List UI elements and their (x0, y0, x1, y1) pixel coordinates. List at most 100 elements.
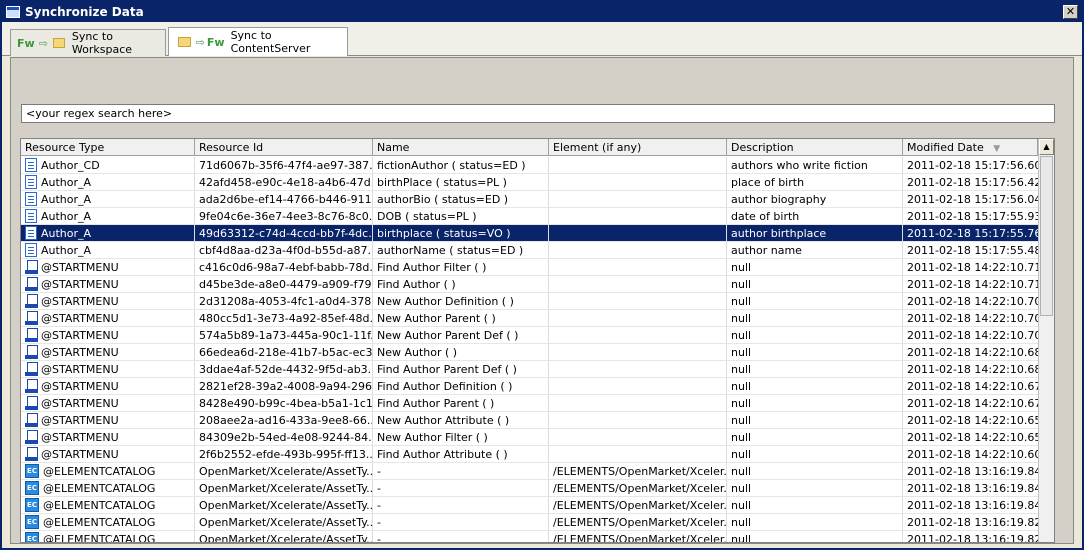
table-row[interactable]: @STARTMENU 84309e2b-54ed-4e08-9244-84... N… (21, 429, 1038, 446)
arrow-right-icon: ⇨ (195, 35, 205, 49)
cell-type: @STARTMENU (21, 446, 195, 462)
regex-search-input[interactable]: <your regex search here> (21, 104, 1055, 123)
ec-icon: EC (25, 464, 39, 478)
cell-element: /ELEMENTS/OpenMarket/Xceler... (549, 497, 727, 513)
table-row[interactable]: EC @ELEMENTCATALOG OpenMarket/Xcelerate/As… (21, 463, 1038, 480)
fatwire-icon: Fw (206, 35, 225, 49)
table-row[interactable]: EC @ELEMENTCATALOG OpenMarket/Xcelerate/As… (21, 531, 1038, 543)
menu-icon (25, 430, 38, 444)
table-row[interactable]: EC @ELEMENTCATALOG OpenMarket/Xcelerate/As… (21, 514, 1038, 531)
cell-element (549, 276, 727, 292)
cell-text: - (377, 464, 381, 478)
column-header-modified-date[interactable]: Modified Date ▼ (903, 139, 1038, 156)
cell-id: 42afd458-e90c-4e18-a4b6-47d... (195, 174, 373, 190)
cell-text: 71d6067b-35f6-47f4-ae97-387... (199, 158, 373, 172)
table-row[interactable]: @STARTMENU 2d31208a-4053-4fc1-a0d4-378...… (21, 293, 1038, 310)
menu-icon (25, 396, 38, 410)
column-header-resource-type[interactable]: Resource Type (21, 139, 195, 156)
cell-text: author name (731, 243, 802, 257)
cell-text: @STARTMENU (41, 328, 119, 342)
tab-sync-to-workspace[interactable]: Fw ⇨ Sync to Workspace (10, 29, 166, 56)
table-row[interactable]: @STARTMENU 66edea6d-218e-41b7-b5ac-ec3...… (21, 344, 1038, 361)
cell-text: null (731, 294, 752, 308)
vertical-scrollbar[interactable]: ▲ (1038, 139, 1054, 542)
cell-id: c416c0d6-98a7-4ebf-babb-78d... (195, 259, 373, 275)
table-row[interactable]: Author_A ada2d6be-ef14-4766-b446-911... au… (21, 191, 1038, 208)
menu-icon (25, 413, 38, 427)
cell-date: 2011-02-18 15:17:56.421 (903, 174, 1038, 190)
cell-element (549, 327, 727, 343)
table-row[interactable]: @STARTMENU 208aee2a-ad16-433a-9ee8-66... N… (21, 412, 1038, 429)
cell-text: @STARTMENU (41, 430, 119, 444)
cell-text: 2011-02-18 14:22:10.656 (907, 430, 1038, 444)
cell-text: 2011-02-18 14:22:10.687 (907, 362, 1038, 376)
scroll-up-button[interactable]: ▲ (1039, 139, 1054, 155)
cell-element (549, 259, 727, 275)
close-button[interactable]: ✕ (1063, 5, 1078, 19)
table-row[interactable]: Author_A 42afd458-e90c-4e18-a4b6-47d... bi… (21, 174, 1038, 191)
cell-text: 2011-02-18 15:17:56.046 (907, 192, 1038, 206)
table-row[interactable]: @STARTMENU 8428e490-b99c-4bea-b5a1-1c1...… (21, 395, 1038, 412)
window-app-icon (6, 6, 20, 18)
cell-type: EC @ELEMENTCATALOG (21, 480, 195, 496)
cell-id: ada2d6be-ef14-4766-b446-911... (195, 191, 373, 207)
cell-id: OpenMarket/Xcelerate/AssetTy... (195, 514, 373, 530)
cell-element (549, 157, 727, 173)
menu-icon (25, 260, 38, 274)
cell-id: 208aee2a-ad16-433a-9ee8-66... (195, 412, 373, 428)
table-row[interactable]: @STARTMENU 574a5b89-1a73-445a-90c1-11f...… (21, 327, 1038, 344)
cell-text: 208aee2a-ad16-433a-9ee8-66... (199, 413, 373, 427)
cell-date: 2011-02-18 15:17:55.765 (903, 225, 1038, 241)
menu-icon (25, 277, 38, 291)
cell-text: New Author ( ) (377, 345, 458, 359)
column-header-resource-id[interactable]: Resource Id (195, 139, 373, 156)
cell-text: - (377, 532, 381, 543)
folder-icon (178, 37, 191, 47)
cell-element: /ELEMENTS/OpenMarket/Xceler... (549, 480, 727, 496)
scroll-thumb[interactable] (1040, 156, 1053, 316)
table-row[interactable]: @STARTMENU c416c0d6-98a7-4ebf-babb-78d...… (21, 259, 1038, 276)
cell-description: author name (727, 242, 903, 258)
table-row[interactable]: EC @ELEMENTCATALOG OpenMarket/Xcelerate/As… (21, 480, 1038, 497)
cell-date: 2011-02-18 14:22:10.703 (903, 327, 1038, 343)
column-header-name[interactable]: Name (373, 139, 549, 156)
cell-element (549, 446, 727, 462)
column-header-description[interactable]: Description (727, 139, 903, 156)
column-header-element[interactable]: Element (if any) (549, 139, 727, 156)
cell-text: cbf4d8aa-d23a-4f0d-b55d-a87... (199, 243, 373, 257)
table-row[interactable]: @STARTMENU 2f6b2552-efde-493b-995f-ff13..… (21, 446, 1038, 463)
window-title: Synchronize Data (25, 5, 144, 19)
cell-text: /ELEMENTS/OpenMarket/Xceler... (553, 532, 727, 543)
cell-description: null (727, 514, 903, 530)
cell-name: - (373, 480, 549, 496)
tab-sync-to-contentserver[interactable]: ⇨ Fw Sync to ContentServer (168, 27, 348, 56)
table-row[interactable]: @STARTMENU 480cc5d1-3e73-4a92-85ef-48d...… (21, 310, 1038, 327)
cell-description: author birthplace (727, 225, 903, 241)
cell-description: authors who write fiction (727, 157, 903, 173)
cell-text: null (731, 379, 752, 393)
cell-id: cbf4d8aa-d23a-4f0d-b55d-a87... (195, 242, 373, 258)
cell-date: 2011-02-18 13:16:19.843 (903, 463, 1038, 479)
cell-text: date of birth (731, 209, 800, 223)
cell-type: Author_CD (21, 157, 195, 173)
cell-description: null (727, 446, 903, 462)
cell-text: null (731, 447, 752, 461)
table-row[interactable]: @STARTMENU 3ddae4af-52de-4432-9f5d-ab3...… (21, 361, 1038, 378)
table-row[interactable]: @STARTMENU d45be3de-a8e0-4479-a909-f79...… (21, 276, 1038, 293)
table-row[interactable]: @STARTMENU 2821ef28-39a2-4008-9a94-296...… (21, 378, 1038, 395)
cell-description: null (727, 531, 903, 542)
cell-type: @STARTMENU (21, 429, 195, 445)
cell-text: 2011-02-18 14:22:10.609 (907, 447, 1038, 461)
cell-text: null (731, 362, 752, 376)
cell-description: null (727, 276, 903, 292)
menu-icon (25, 447, 38, 461)
table-row[interactable]: Author_A 9fe04c6e-36e7-4ee3-8c76-8c0... DO… (21, 208, 1038, 225)
table-row[interactable]: Author_CD 71d6067b-35f6-47f4-ae97-387... f… (21, 157, 1038, 174)
cell-text: null (731, 277, 752, 291)
cell-text: ada2d6be-ef14-4766-b446-911... (199, 192, 373, 206)
cell-text: Author_A (41, 192, 92, 206)
table-row[interactable]: EC @ELEMENTCATALOG OpenMarket/Xcelerate/As… (21, 497, 1038, 514)
cell-text: 2821ef28-39a2-4008-9a94-296... (199, 379, 373, 393)
table-row[interactable]: Author_A cbf4d8aa-d23a-4f0d-b55d-a87... au… (21, 242, 1038, 259)
table-row[interactable]: Author_A 49d63312-c74d-4ccd-bb7f-4dc... bi… (21, 225, 1038, 242)
